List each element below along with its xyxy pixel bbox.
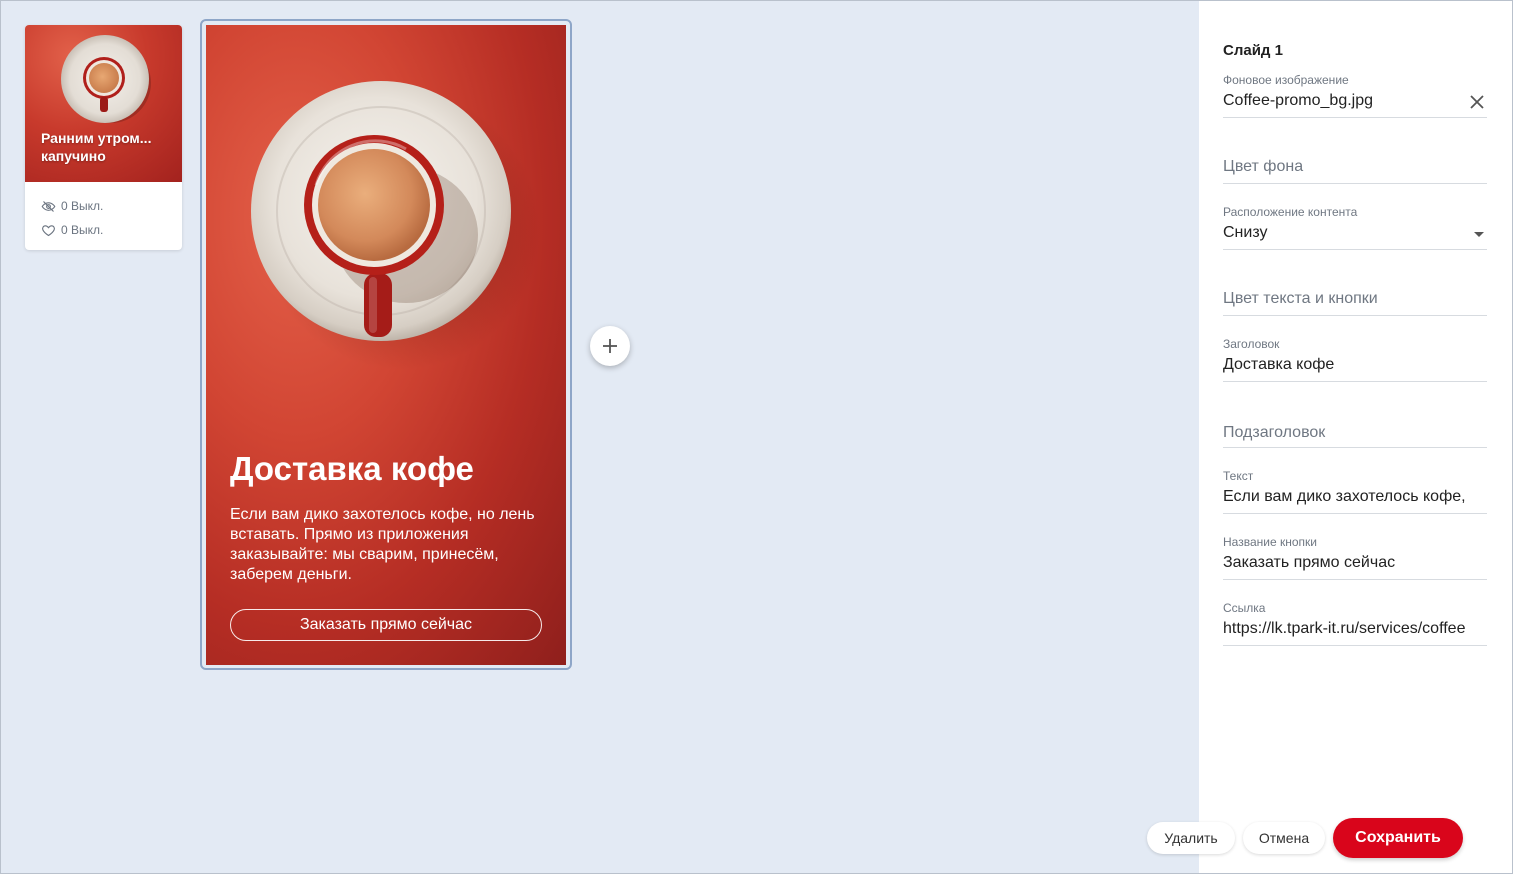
heading-label: Заголовок — [1223, 337, 1280, 351]
content-layout-label: Расположение контента — [1223, 205, 1358, 219]
subheading-placeholder: Подзаголовок — [1223, 424, 1326, 441]
button-name-field[interactable]: Название кнопки Заказать прямо сейчас — [1223, 535, 1487, 580]
heading-field[interactable]: Заголовок Доставка кофе — [1223, 337, 1487, 382]
panel-title: Слайд 1 — [1223, 42, 1283, 59]
bg-color-field[interactable]: Цвет фона — [1223, 139, 1487, 184]
link-label: Ссылка — [1223, 601, 1266, 615]
caret-down-icon — [1474, 232, 1484, 237]
bg-image-field[interactable]: Фоновое изображение Coffee-promo_bg.jpg — [1223, 73, 1487, 118]
likes-stat: 0 Выкл. — [41, 222, 103, 238]
likes-stat-label: 0 Выкл. — [61, 223, 104, 237]
body-text-label: Текст — [1223, 469, 1254, 483]
link-field[interactable]: Ссылка https://lk.tpark-it.ru/services/c… — [1223, 601, 1487, 646]
slide-thumbnail-image[interactable]: Ранним утром... капучино — [25, 25, 182, 182]
subheading-field[interactable]: Подзаголовок — [1223, 403, 1487, 448]
close-icon[interactable] — [1469, 94, 1485, 110]
link-value: https://lk.tpark-it.ru/services/coffee — [1223, 620, 1466, 637]
slide-thumbnail-title-line2: капучино — [41, 148, 106, 164]
button-name-label: Название кнопки — [1223, 535, 1317, 549]
button-name-value: Заказать прямо сейчас — [1223, 554, 1396, 571]
heart-icon — [42, 224, 55, 236]
add-slide-button[interactable] — [590, 326, 630, 366]
slide-preview-cta-button[interactable]: Заказать прямо сейчас — [230, 609, 542, 641]
bg-image-value: Coffee-promo_bg.jpg — [1223, 92, 1374, 109]
content-layout-select[interactable]: Расположение контента Снизу — [1223, 205, 1487, 250]
text-color-placeholder: Цвет текста и кнопки — [1223, 290, 1378, 307]
slide-preview[interactable]: Доставка кофе Если вам дико захотелось к… — [206, 25, 566, 665]
slide-preview-text: Если вам дико захотелось кофе, но лень в… — [230, 506, 535, 583]
slide-settings-panel: Слайд 1 Фоновое изображение Coffee-promo… — [1199, 1, 1512, 873]
body-text-value: Если вам дико захотелось кофе, — [1223, 488, 1466, 505]
slide-thumbnail-title-line1: Ранним утром... — [41, 130, 152, 146]
bg-image-label: Фоновое изображение — [1223, 73, 1349, 87]
slide-thumbnail-card[interactable]: Ранним утром... капучино 0 Выкл. 0 Выкл. — [25, 25, 182, 250]
content-layout-value: Снизу — [1223, 224, 1268, 241]
views-stat-label: 0 Выкл. — [61, 199, 104, 213]
heading-value: Доставка кофе — [1223, 356, 1335, 373]
save-button[interactable]: Сохранить — [1333, 818, 1463, 858]
plus-icon — [603, 339, 617, 353]
delete-button[interactable]: Удалить — [1147, 822, 1235, 854]
views-stat: 0 Выкл. — [41, 198, 103, 214]
eye-off-icon — [41, 200, 56, 212]
cancel-button[interactable]: Отмена — [1243, 822, 1325, 854]
slide-thumbnail-title: Ранним утром... капучино — [41, 129, 171, 165]
body-text-field[interactable]: Текст Если вам дико захотелось кофе, — [1223, 469, 1487, 514]
slide-preview-title: Доставка кофе — [230, 450, 474, 487]
bg-color-placeholder: Цвет фона — [1223, 158, 1304, 175]
text-color-field[interactable]: Цвет текста и кнопки — [1223, 271, 1487, 316]
